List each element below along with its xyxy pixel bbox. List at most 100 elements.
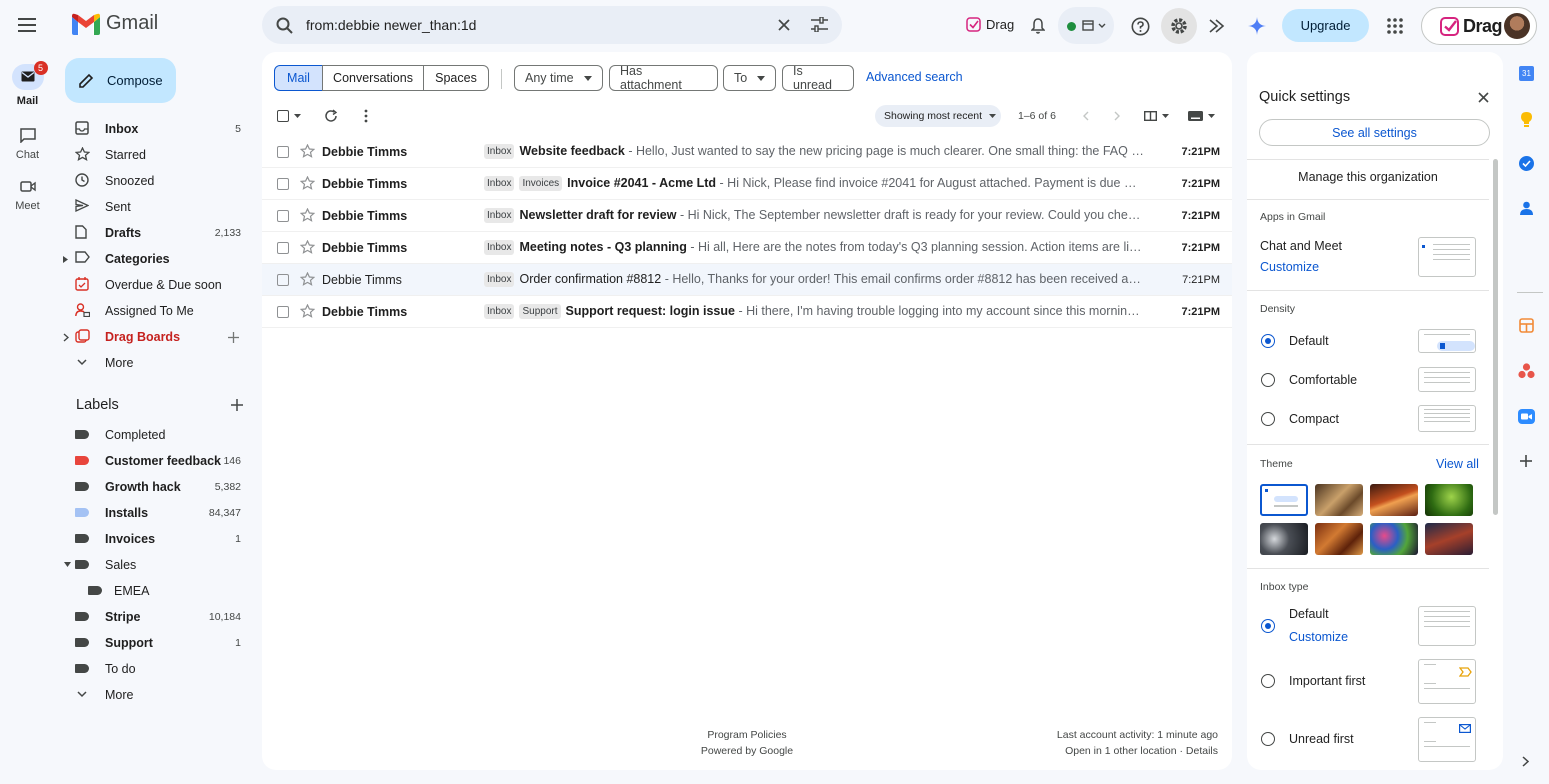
- select-dropdown-icon[interactable]: [294, 114, 301, 118]
- star-icon[interactable]: [300, 240, 315, 254]
- add-board-icon[interactable]: [228, 332, 239, 343]
- inbox-type-option[interactable]: Important first: [1289, 674, 1365, 688]
- filter-has-attachment[interactable]: Has attachment: [609, 64, 718, 92]
- star-icon[interactable]: [300, 304, 315, 318]
- label-item[interactable]: Customer feedback 146: [67, 448, 253, 474]
- theme-thumbnail[interactable]: [1370, 484, 1418, 516]
- label-item[interactable]: To do: [67, 656, 253, 682]
- labels-more[interactable]: More: [67, 682, 253, 708]
- label-item[interactable]: Stripe 10,184: [67, 604, 253, 630]
- dropdown-icon[interactable]: [1208, 114, 1215, 118]
- status-button[interactable]: [1058, 7, 1114, 44]
- rail-chat[interactable]: Chat: [0, 122, 55, 161]
- density-comfortable-radio[interactable]: [1261, 373, 1275, 387]
- advanced-search-link[interactable]: Advanced search: [866, 70, 963, 84]
- dropdown-icon[interactable]: [1162, 114, 1169, 118]
- inbox-customize-link[interactable]: Customize: [1289, 630, 1348, 644]
- expand-panel-icon[interactable]: [1522, 756, 1529, 767]
- nav-starred[interactable]: Starred: [67, 142, 253, 168]
- theme-thumbnail[interactable]: [1315, 484, 1363, 516]
- nav-more[interactable]: More: [67, 350, 253, 376]
- prev-page-icon[interactable]: [1082, 111, 1089, 121]
- email-row[interactable]: Debbie Timms Inbox Invoices Invoice #2041 …: [262, 168, 1232, 200]
- theme-thumbnail[interactable]: [1370, 523, 1418, 555]
- tasks-app-icon[interactable]: [1519, 156, 1534, 171]
- collapse-arrow-icon[interactable]: [64, 562, 71, 567]
- theme-thumbnail[interactable]: [1425, 484, 1473, 516]
- manage-organization-link[interactable]: Manage this organization: [1247, 170, 1489, 184]
- label-item[interactable]: EMEA: [67, 578, 253, 604]
- keyboard-icon[interactable]: [1188, 111, 1203, 121]
- nav-drag-boards[interactable]: Drag Boards: [63, 324, 253, 350]
- search-bar[interactable]: from:debbie newer_than:1d: [262, 6, 842, 44]
- density-option[interactable]: Compact: [1289, 412, 1339, 426]
- row-checkbox[interactable]: [277, 146, 289, 158]
- tab-mail[interactable]: Mail: [274, 65, 323, 91]
- add-label-icon[interactable]: [231, 399, 243, 411]
- theme-default[interactable]: [1260, 484, 1308, 516]
- clear-search-icon[interactable]: [778, 19, 790, 31]
- keep-app-icon[interactable]: [1520, 111, 1533, 127]
- next-page-icon[interactable]: [1114, 111, 1121, 121]
- drag-boards-app-icon[interactable]: [1519, 318, 1534, 333]
- star-icon[interactable]: [300, 208, 315, 222]
- split-pane-icon[interactable]: [1144, 111, 1157, 121]
- filter-any-time[interactable]: Any time: [514, 65, 603, 91]
- account-chip[interactable]: Drag: [1421, 7, 1537, 45]
- theme-thumbnail[interactable]: [1315, 523, 1363, 555]
- apps-customize-link[interactable]: Customize: [1260, 260, 1319, 274]
- settings-button[interactable]: [1161, 8, 1197, 44]
- add-app-icon[interactable]: [1520, 455, 1532, 467]
- gemini-button[interactable]: [1239, 8, 1275, 44]
- density-option[interactable]: Comfortable: [1289, 373, 1357, 387]
- see-all-settings-button[interactable]: See all settings: [1259, 119, 1490, 146]
- asana-app-icon[interactable]: [1518, 363, 1535, 379]
- upgrade-button[interactable]: Upgrade: [1282, 9, 1369, 42]
- gmail-logo[interactable]: Gmail: [72, 12, 158, 35]
- email-row[interactable]: Debbie Timms Inbox Newsletter draft for r…: [262, 200, 1232, 232]
- nav-inbox[interactable]: Inbox 5: [67, 116, 253, 142]
- tab-conversations[interactable]: Conversations: [322, 65, 424, 91]
- row-checkbox[interactable]: [277, 242, 289, 254]
- tab-spaces[interactable]: Spaces: [423, 65, 489, 91]
- refresh-icon[interactable]: [324, 109, 338, 123]
- star-icon[interactable]: [300, 144, 315, 158]
- calendar-app-icon[interactable]: 31: [1519, 66, 1534, 81]
- expand-arrow-icon[interactable]: [63, 256, 68, 263]
- theme-thumbnail[interactable]: [1260, 523, 1308, 555]
- label-item[interactable]: Growth hack 5,382: [67, 474, 253, 500]
- row-checkbox[interactable]: [277, 306, 289, 318]
- label-item[interactable]: Installs 84,347: [67, 500, 253, 526]
- sort-dropdown[interactable]: Showing most recent: [875, 105, 1001, 127]
- nav-sent[interactable]: Sent: [67, 194, 253, 220]
- select-all-checkbox[interactable]: [277, 110, 289, 122]
- density-default-radio[interactable]: [1261, 334, 1275, 348]
- nav-categories[interactable]: Categories: [63, 246, 253, 272]
- row-checkbox[interactable]: [277, 274, 289, 286]
- apps-button[interactable]: [1377, 8, 1413, 44]
- row-checkbox[interactable]: [277, 210, 289, 222]
- label-item[interactable]: Support 1: [67, 630, 253, 656]
- inbox-default-radio[interactable]: [1261, 619, 1275, 633]
- email-row[interactable]: Debbie Timms Inbox Website feedback - Hel…: [262, 136, 1232, 168]
- label-item[interactable]: Completed: [67, 422, 253, 448]
- email-row[interactable]: Debbie Timms Inbox Meeting notes - Q3 pla…: [262, 232, 1232, 264]
- activity-details-link[interactable]: Open in 1 other location · Details: [1057, 743, 1218, 759]
- density-compact-radio[interactable]: [1261, 412, 1275, 426]
- drag-button[interactable]: Drag: [966, 17, 1014, 32]
- email-row[interactable]: Debbie Timms Inbox Order confirmation #88…: [262, 264, 1232, 296]
- inbox-unread-radio[interactable]: [1261, 732, 1275, 746]
- density-option[interactable]: Default: [1289, 334, 1329, 348]
- zoom-app-icon[interactable]: [1518, 409, 1535, 424]
- star-icon[interactable]: [300, 176, 315, 190]
- nav-overdue[interactable]: Overdue & Due soon: [67, 272, 253, 298]
- star-icon[interactable]: [300, 272, 315, 286]
- close-icon[interactable]: [1478, 92, 1489, 103]
- rail-mail[interactable]: 5 Mail: [0, 61, 55, 107]
- nav-assigned[interactable]: Assigned To Me: [67, 298, 253, 324]
- more-options-icon[interactable]: [364, 109, 368, 123]
- extension-button[interactable]: [1199, 8, 1235, 44]
- filter-to[interactable]: To: [723, 65, 776, 91]
- view-all-themes-link[interactable]: View all: [1436, 457, 1479, 471]
- avatar[interactable]: [1504, 13, 1530, 39]
